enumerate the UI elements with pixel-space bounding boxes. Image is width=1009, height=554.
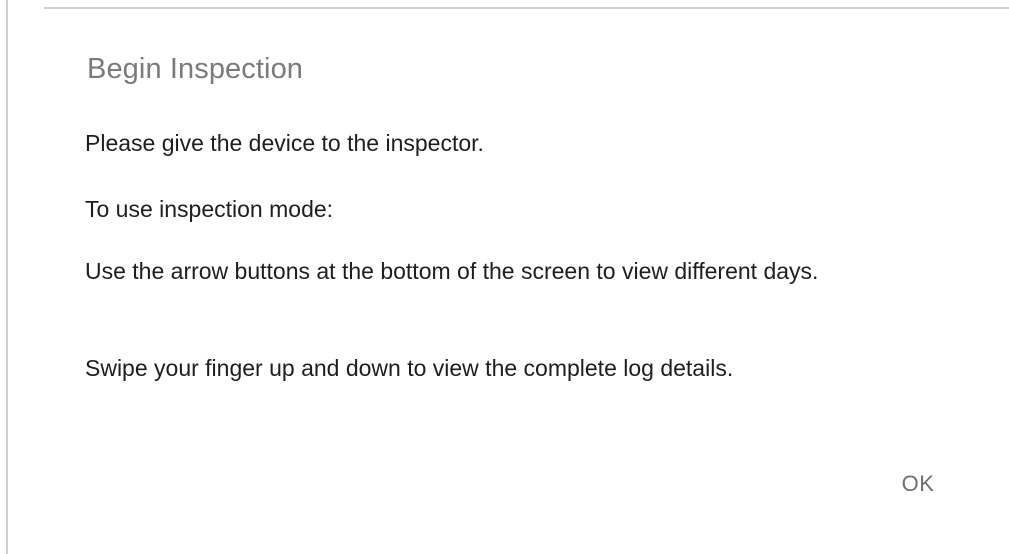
instruction-heading: To use inspection mode: — [85, 196, 334, 222]
dialog-title: Begin Inspection — [87, 53, 304, 85]
ok-button[interactable]: OK — [888, 464, 948, 504]
instruction-give-device: Please give the device to the inspector. — [85, 130, 484, 156]
instruction-arrow-buttons: Use the arrow buttons at the bottom of t… — [85, 258, 819, 284]
screen: Begin Inspection Please give the device … — [0, 0, 1009, 554]
instruction-swipe: Swipe your finger up and down to view th… — [85, 355, 734, 381]
begin-inspection-dialog: Begin Inspection Please give the device … — [8, 9, 1009, 554]
